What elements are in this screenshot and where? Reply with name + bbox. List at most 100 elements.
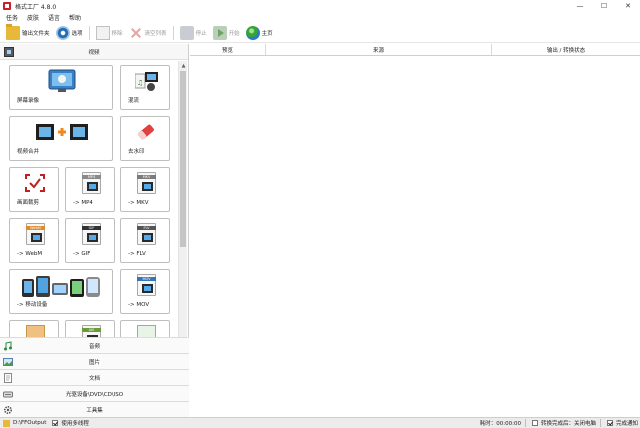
tile-remove-watermark[interactable]: 去水印: [120, 116, 170, 161]
category-document[interactable]: 文档: [0, 369, 189, 385]
task-list-panel[interactable]: 预览 来源 输出 / 转换状态: [190, 44, 640, 417]
audio-note-icon: [3, 341, 13, 351]
menu-skin[interactable]: 皮肤: [27, 13, 39, 22]
home-globe-icon: [245, 25, 260, 40]
multithread-checkbox[interactable]: [52, 420, 59, 426]
menu-help[interactable]: 帮助: [69, 13, 81, 22]
clear-list-label: 清空列表: [144, 30, 167, 37]
video-category-icon: [4, 47, 14, 57]
video-merge-icon: [36, 123, 88, 141]
film-icon: [142, 182, 153, 191]
multithread-label: 使用多线程: [61, 421, 89, 427]
format-band: MOV: [137, 277, 156, 281]
home-button[interactable]: 主页: [243, 24, 276, 42]
category-disc[interactable]: 光驱设备\DVD\CD\ISO: [0, 385, 189, 401]
maximize-button[interactable]: ☐: [592, 0, 616, 12]
toolbar: 输出文件夹 选项 移除 清空列表 停止 开始 主页: [0, 23, 640, 43]
start-play-icon: [212, 25, 227, 40]
home-label: 主页: [261, 30, 273, 37]
flv-file-icon: FLV: [137, 223, 156, 245]
menu-bar: 任务 皮肤 语言 帮助: [0, 12, 640, 23]
tile-to-mov[interactable]: MOV -> MOV: [120, 269, 170, 314]
output-path[interactable]: D:\FFOutput: [13, 420, 46, 426]
tile-screen-record[interactable]: 屏幕录像: [9, 65, 113, 110]
remove-button[interactable]: 移除: [93, 24, 126, 42]
status-divider: [599, 419, 601, 427]
scroll-up-arrow-icon[interactable]: ▲: [179, 61, 188, 70]
category-picture[interactable]: 图片: [0, 353, 189, 369]
category-tools[interactable]: 工具集: [0, 401, 189, 417]
folder-icon[interactable]: [3, 419, 10, 427]
folder-icon: [6, 23, 20, 40]
stop-label: 停止: [195, 30, 207, 37]
menu-task[interactable]: 任务: [6, 13, 18, 22]
video-tools-grid: 屏幕录像 ♫ 混流 视频合并 去水印 画面裁剪 MP4 -> MP4 MKV -…: [0, 61, 189, 382]
after-convert-checkbox[interactable]: [531, 420, 538, 426]
start-button[interactable]: 开始: [210, 24, 243, 42]
tile-mux[interactable]: ♫ 混流: [120, 65, 170, 110]
tools-icon: [3, 405, 13, 415]
minimize-button[interactable]: —: [568, 0, 592, 12]
tile-crop[interactable]: 画面裁剪: [9, 167, 59, 212]
remove-document-icon: [95, 25, 110, 40]
format-band: WebM: [26, 226, 45, 230]
mobile-devices-icon: [20, 273, 104, 299]
tile-to-flv[interactable]: FLV -> FLV: [120, 218, 170, 263]
film-icon: [87, 233, 98, 242]
clear-x-icon: [129, 26, 143, 40]
scroll-thumb[interactable]: [180, 71, 186, 247]
tile-scrollbar[interactable]: ▲ ▼: [178, 61, 187, 382]
format-band: GIF: [82, 226, 101, 230]
elapsed-time: 耗时：00:00:00: [479, 421, 521, 427]
tile-to-mkv[interactable]: MKV -> MKV: [120, 167, 170, 212]
category-label: 音频: [88, 343, 100, 350]
tile-video-merge[interactable]: 视频合并: [9, 116, 113, 161]
clear-list-button[interactable]: 清空列表: [126, 24, 170, 42]
format-band: AVI: [82, 328, 101, 332]
after-convert-label[interactable]: 转换完成后：关闭电脑: [541, 419, 596, 427]
webm-file-icon: WebM: [26, 223, 45, 245]
options-label: 选项: [71, 30, 83, 37]
tile-label: -> MKV: [128, 200, 149, 206]
category-label: 文档: [88, 375, 100, 382]
gif-file-icon: GIF: [82, 223, 101, 245]
film-icon: [142, 233, 153, 242]
close-button[interactable]: ✕: [616, 0, 640, 12]
stop-button[interactable]: 停止: [177, 24, 210, 42]
tile-to-mp4[interactable]: MP4 -> MP4: [65, 167, 115, 212]
video-category-label: 视频: [88, 49, 100, 56]
tile-to-gif[interactable]: GIF -> GIF: [65, 218, 115, 263]
film-icon: [31, 233, 42, 242]
status-divider: [524, 419, 526, 427]
remove-label: 移除: [111, 30, 123, 37]
column-preview[interactable]: 预览: [190, 44, 266, 55]
column-source[interactable]: 来源: [266, 44, 492, 55]
tile-label: 视频合并: [17, 149, 40, 155]
category-label: 工具集: [86, 407, 103, 414]
status-bar: D:\FFOutput 使用多线程 耗时：00:00:00 转换完成后：关闭电脑…: [0, 417, 640, 428]
category-audio[interactable]: 音频: [0, 337, 189, 353]
output-folder-label: 输出文件夹: [22, 30, 50, 37]
column-output-status[interactable]: 输出 / 转换状态: [492, 44, 640, 55]
tile-to-webm[interactable]: WebM -> WebM: [9, 218, 59, 263]
video-category-header[interactable]: 视频: [0, 44, 188, 60]
screen-record-icon: [48, 69, 76, 93]
remove-watermark-icon: [135, 121, 157, 143]
options-button[interactable]: 选项: [53, 24, 86, 42]
disc-icon: [3, 389, 13, 399]
crop-icon: [24, 173, 46, 193]
format-band: MKV: [137, 175, 156, 179]
format-band: FLV: [137, 226, 156, 230]
film-icon: [87, 182, 98, 191]
title-bar: 格式工厂 4.8.0 — ☐ ✕: [0, 0, 640, 12]
menu-language[interactable]: 语言: [48, 13, 60, 22]
tile-to-mobile[interactable]: -> 移动设备: [9, 269, 113, 314]
notify-checkbox[interactable]: [606, 420, 613, 426]
task-table-header: 预览 来源 输出 / 转换状态: [190, 44, 640, 56]
tile-label: -> WebM: [17, 251, 43, 257]
options-gear-icon: [55, 25, 70, 40]
toolbar-divider: [88, 25, 90, 40]
film-icon: [142, 284, 153, 293]
output-folder-button[interactable]: 输出文件夹: [3, 23, 53, 42]
category-panel: 视频 屏幕录像 ♫ 混流 视频合并 去水印 画面裁剪 MP4 -> MP4 MK…: [0, 44, 189, 417]
